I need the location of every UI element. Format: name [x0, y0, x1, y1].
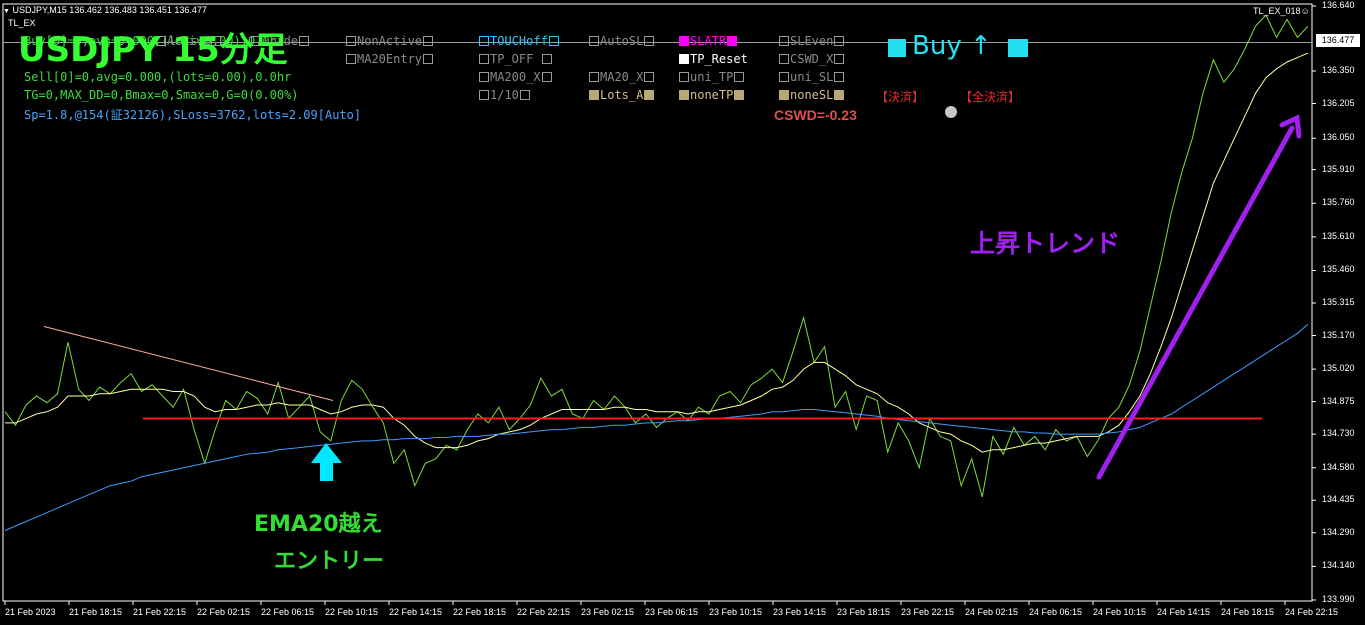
price-tick-label: 135.170 [1322, 329, 1355, 340]
price-tick-label: 136.640 [1322, 0, 1355, 10]
price-tick-label: 134.290 [1322, 526, 1355, 537]
buy-square-right-icon [1008, 39, 1028, 57]
time-tick-label: 21 Feb 2023 [5, 607, 56, 617]
time-tick-label: 22 Feb 14:15 [389, 607, 443, 617]
status-dot-icon [945, 106, 957, 118]
trend-arrow-shaft [1096, 125, 1295, 480]
sell-info-line: Sell[0]=0,avg=0.000,(lots=0.00),0.0hr [24, 70, 292, 84]
zen-kessai-button[interactable]: 【全決済】 [960, 88, 1020, 105]
buy-label[interactable]: Buy ↑ [912, 31, 992, 61]
time-tick-label: 23 Feb 14:15 [773, 607, 827, 617]
buy-square-left-icon [888, 39, 906, 57]
autosl-button[interactable]: AutoSL [588, 34, 655, 48]
price-tick-label: 136.350 [1322, 65, 1355, 75]
price-tick-label: 135.460 [1322, 264, 1355, 275]
symbol-header: ▼ USDJPY,M15 136.462 136.483 136.451 136… [3, 5, 207, 15]
entry-up-arrow-icon [311, 443, 342, 481]
price-tick-label: 134.730 [1322, 428, 1355, 439]
time-tick-label: 24 Feb 06:15 [1029, 607, 1083, 617]
time-tick-label: 24 Feb 02:15 [965, 607, 1019, 617]
chart-title-overlay: USDJPY 15分足 [18, 30, 288, 70]
time-tick-label: 24 Feb 10:15 [1093, 607, 1147, 617]
lots-a-button[interactable]: Lots_A [588, 88, 655, 102]
spread-info-line: Sp=1.8,@154(証32126),SLoss=3762,lots=2.09… [24, 108, 362, 122]
nonactive-button[interactable]: NonActive [345, 34, 434, 48]
time-tick-label: 21 Feb 18:15 [69, 607, 123, 617]
uni-sl-button[interactable]: uni_SL [778, 70, 845, 84]
entry-annotation-line1: EMA20越え [254, 512, 383, 537]
sleven-button[interactable]: SLEven [778, 34, 845, 48]
price-tick-label: 133.990 [1322, 594, 1355, 604]
time-tick-label: 24 Feb 22:15 [1285, 607, 1339, 617]
ea-label: TL_EX_018☺ [1253, 6, 1310, 16]
time-tick-label: 24 Feb 18:15 [1221, 607, 1275, 617]
time-tick-label: 21 Feb 22:15 [133, 607, 187, 617]
time-tick-label: 23 Feb 22:15 [901, 607, 955, 617]
time-tick-label: 22 Feb 18:15 [453, 607, 507, 617]
ma20x-button[interactable]: MA20_X [588, 70, 655, 84]
one-tenth-button[interactable]: 1/10 [478, 88, 531, 102]
chevron-down-icon[interactable]: ▼ [3, 8, 10, 15]
time-tick-label: 23 Feb 10:15 [709, 607, 763, 617]
price-tick-label: 136.205 [1322, 97, 1355, 108]
time-tick-label: 22 Feb 02:15 [197, 607, 251, 617]
uni-tp-button[interactable]: uni_TP [678, 70, 745, 84]
entry-annotation-line2: エントリー [274, 549, 385, 574]
time-tick-label: 23 Feb 18:15 [837, 607, 891, 617]
price-tick-label: 135.910 [1322, 163, 1355, 174]
trend-annotation: 上昇トレンド [970, 229, 1121, 258]
price-tick-label: 134.875 [1322, 395, 1355, 406]
ma200x-button[interactable]: MA200_X [478, 70, 553, 84]
stats-info-line: TG=0,MAX_DD=0,Bmax=0,Smax=0,G=0(0.00%) [24, 88, 299, 102]
price-tick-label: 135.020 [1322, 363, 1355, 374]
time-tick-label: 23 Feb 06:15 [645, 607, 699, 617]
downtrend-line [43, 326, 334, 401]
price-tick-label: 135.315 [1322, 297, 1355, 307]
ma20entry-button[interactable]: MA20Entry [345, 52, 434, 66]
tp-reset-button[interactable]: TP_Reset [678, 52, 748, 66]
price-tick-label: 135.610 [1322, 230, 1355, 241]
nonesl-button[interactable]: noneSL [778, 88, 845, 102]
current-price-label: 136.477 [1316, 34, 1360, 47]
nonetp-button[interactable]: noneTP [678, 88, 745, 102]
cswd-value: CSWD=-0.23 [774, 107, 857, 123]
symbol-quote: USDJPY,M15 136.462 136.483 136.451 136.4… [12, 5, 207, 15]
tpoff-button[interactable]: TP_OFF [478, 52, 553, 66]
price-tick-label: 136.050 [1322, 132, 1355, 143]
time-tick-label: 22 Feb 06:15 [261, 607, 315, 617]
price-tick-label: 134.140 [1322, 560, 1355, 571]
time-tick-label: 23 Feb 02:15 [581, 607, 635, 617]
touchoff-button[interactable]: TOUCHoff [478, 34, 560, 48]
cswd-x-button[interactable]: CSWD_X [778, 52, 845, 66]
time-tick-label: 24 Feb 14:15 [1157, 607, 1211, 617]
kessai-button[interactable]: 【決済】 [876, 88, 924, 105]
slatr-button[interactable]: SLATR [678, 34, 738, 48]
price-tick-label: 134.580 [1322, 461, 1355, 472]
time-tick-label: 22 Feb 10:15 [325, 607, 379, 617]
price-tick-label: 135.760 [1322, 197, 1355, 208]
time-tick-label: 22 Feb 22:15 [517, 607, 571, 617]
price-tick-label: 134.435 [1322, 494, 1355, 505]
